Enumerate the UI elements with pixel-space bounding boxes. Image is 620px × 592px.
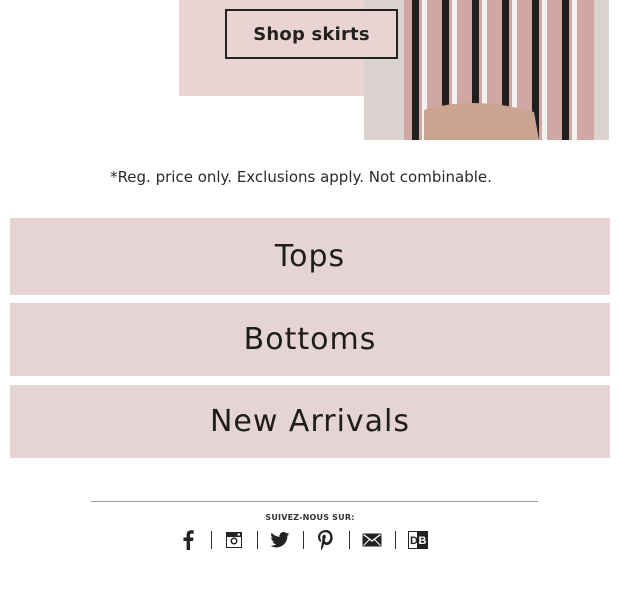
disclaimer-text: *Reg. price only. Exclusions apply. Not … [110, 168, 492, 186]
category-new-arrivals-button[interactable]: New Arrivals [10, 385, 610, 458]
follow-us-label: SUIVEZ-NOUS SUR: [265, 513, 355, 522]
instagram-icon[interactable] [221, 528, 247, 552]
db-icon[interactable]: D B [405, 528, 431, 552]
footer-divider [91, 501, 538, 502]
twitter-icon[interactable] [267, 528, 293, 552]
svg-text:D: D [410, 535, 418, 547]
pinterest-icon[interactable] [313, 528, 339, 552]
separator [293, 531, 313, 549]
category-tops-button[interactable]: Tops [10, 218, 610, 295]
separator [201, 531, 221, 549]
email-icon[interactable] [359, 528, 385, 552]
shop-skirts-button[interactable]: Shop skirts [225, 9, 398, 59]
page: Shop skirts *Reg. price only. Exclusions… [0, 0, 620, 592]
hero-banner: Shop skirts [0, 0, 620, 145]
svg-text:B: B [419, 535, 427, 547]
separator [385, 531, 405, 549]
model-image [364, 0, 609, 140]
separator [247, 531, 267, 549]
category-bottoms-button[interactable]: Bottoms [10, 303, 610, 376]
hero-photo[interactable] [364, 0, 609, 140]
social-links: D B [175, 528, 431, 552]
facebook-icon[interactable] [175, 528, 201, 552]
separator [339, 531, 359, 549]
